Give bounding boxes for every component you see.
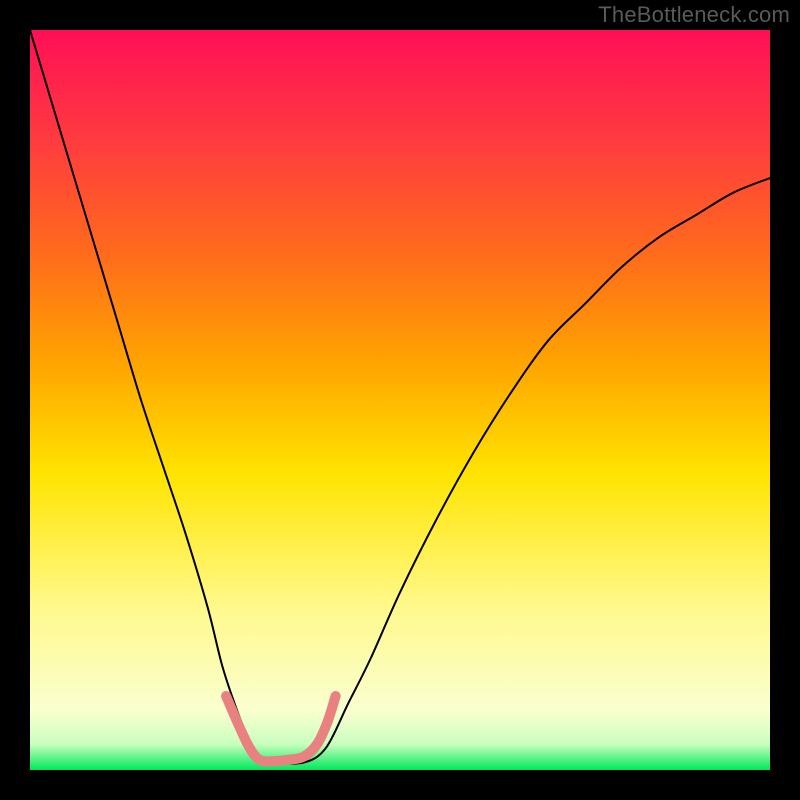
- watermark-text: TheBottleneck.com: [598, 2, 790, 28]
- chart-frame: TheBottleneck.com: [0, 0, 800, 800]
- plot-svg: [30, 30, 770, 770]
- plot-area: [30, 30, 770, 770]
